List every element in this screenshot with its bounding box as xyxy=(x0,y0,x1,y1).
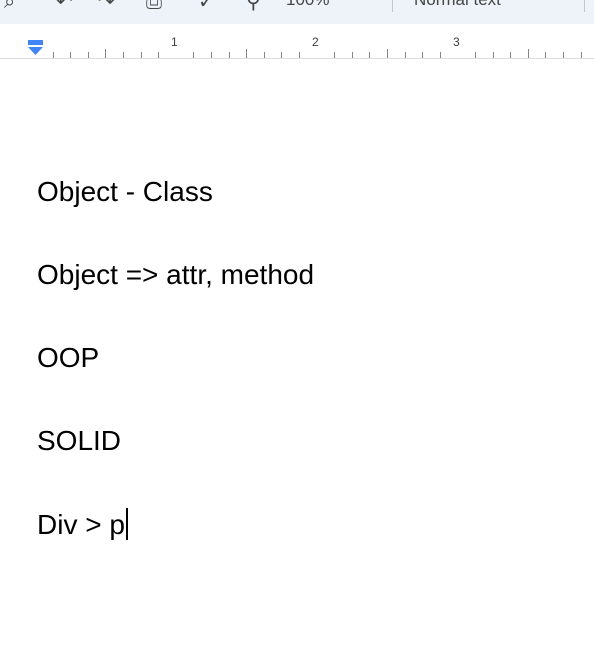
ruler-tick xyxy=(439,52,441,58)
text-cursor xyxy=(125,508,128,540)
zoom-select[interactable]: 100% xyxy=(286,0,329,10)
ruler-tick xyxy=(281,52,283,58)
print-icon[interactable]: ⎙ xyxy=(146,0,162,11)
ruler-tick xyxy=(492,52,494,58)
doc-line-4[interactable]: SOLID xyxy=(37,425,121,457)
ruler-tick xyxy=(404,52,406,58)
horizontal-ruler[interactable]: 1 2 3 xyxy=(0,24,594,64)
ruler-tick xyxy=(263,52,265,58)
undo-icon[interactable]: ↶ xyxy=(56,0,73,11)
ruler-number-2: 2 xyxy=(312,35,319,49)
ruler-tick xyxy=(52,52,54,58)
ruler-tick xyxy=(158,52,160,58)
ruler-tick xyxy=(527,49,529,58)
toolbar-divider xyxy=(584,0,585,12)
indent-marker-icon[interactable] xyxy=(27,39,44,56)
ruler-tick xyxy=(70,52,72,58)
search-icon[interactable]: ⌕ xyxy=(4,0,15,11)
ruler-tick xyxy=(299,52,300,58)
doc-line-1[interactable]: Object - Class xyxy=(37,176,213,208)
ruler-tick xyxy=(545,52,547,58)
ruler-tick xyxy=(228,52,230,58)
ruler-tick xyxy=(563,52,564,58)
ruler-tick xyxy=(334,52,336,58)
ruler-tick xyxy=(211,52,212,58)
ruler-tick xyxy=(87,52,89,58)
redo-icon[interactable]: ↷ xyxy=(98,0,115,11)
doc-line-2[interactable]: Object => attr, method xyxy=(37,259,314,291)
ruler-tick xyxy=(387,49,388,58)
ruler-tick xyxy=(246,49,248,58)
doc-line-5[interactable]: Div > p xyxy=(37,508,128,541)
doc-line-3[interactable]: OOP xyxy=(37,342,99,374)
doc-line-5-text: Div > p xyxy=(37,509,125,540)
ruler-number-3: 3 xyxy=(453,35,460,49)
toolbar: ⌕ ↶ ↷ ⎙ ✓ ⚲ 100% Normal text xyxy=(0,0,594,24)
ruler-tick xyxy=(422,52,424,58)
text-style-select[interactable]: Normal text xyxy=(414,0,501,10)
ruler-baseline xyxy=(0,58,594,59)
ruler-tick xyxy=(123,52,124,58)
ruler-tick xyxy=(351,52,353,58)
paint-format-icon[interactable]: ⚲ xyxy=(246,0,261,11)
ruler-tick xyxy=(369,52,371,58)
ruler-tick xyxy=(580,52,582,58)
ruler-tick xyxy=(105,49,107,58)
ruler-tick xyxy=(193,52,195,58)
document-page[interactable]: Object - Class Object => attr, method OO… xyxy=(0,64,594,651)
toolbar-divider xyxy=(392,0,393,12)
ruler-tick xyxy=(510,52,512,58)
ruler-tick xyxy=(475,52,476,58)
ruler-number-1: 1 xyxy=(171,35,178,49)
ruler-tick xyxy=(140,52,142,58)
spellcheck-icon[interactable]: ✓ xyxy=(198,0,215,11)
